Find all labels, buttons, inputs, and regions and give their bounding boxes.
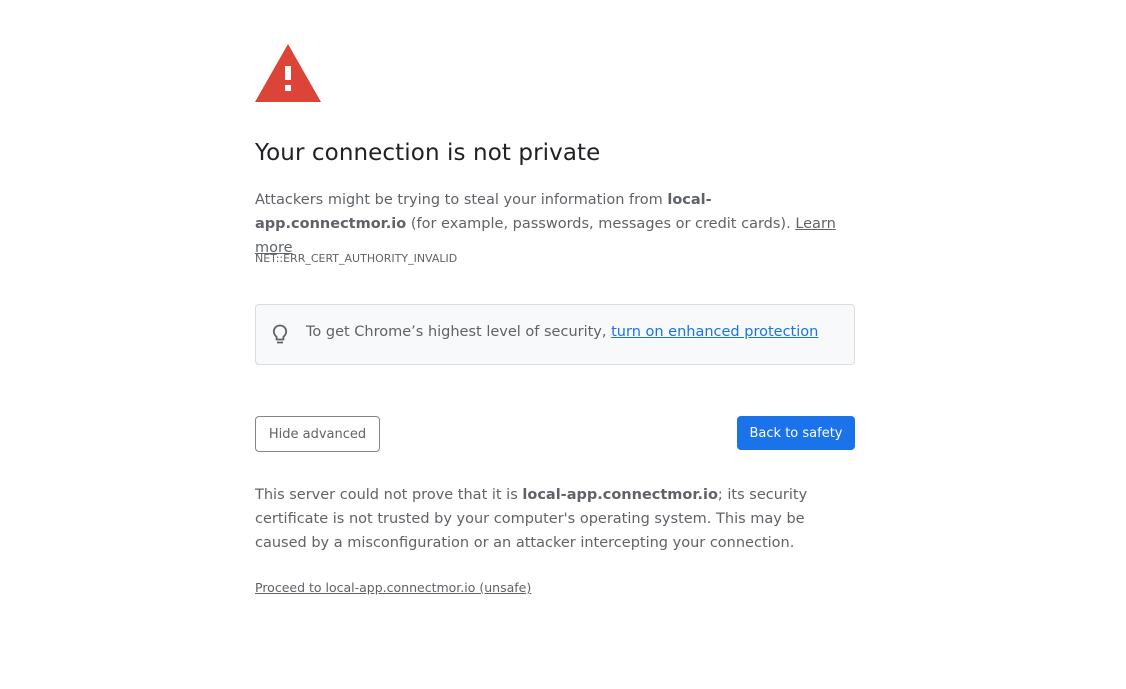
back-to-safety-button[interactable]: Back to safety (737, 416, 855, 450)
enhanced-protection-banner: To get Chrome’s highest level of securit… (255, 304, 855, 365)
error-code: NET::ERR_CERT_AUTHORITY_INVALID (255, 252, 458, 265)
main-message-suffix: (for example, passwords, messages or cre… (406, 216, 796, 232)
enhanced-protection-label: To get Chrome’s highest level of securit… (306, 324, 612, 340)
enhanced-protection-link[interactable]: turn on enhanced protection (611, 324, 818, 340)
details-prefix: This server could not prove that it is (255, 487, 523, 503)
main-message: Attackers might be trying to steal your … (255, 188, 855, 260)
page-title: Your connection is not private (255, 140, 601, 166)
main-message-prefix: Attackers might be trying to steal your … (255, 192, 668, 208)
lightbulb-icon (272, 324, 288, 344)
details-message: This server could not prove that it is l… (255, 483, 855, 555)
proceed-container: Proceed to local-app.connectmor.io (unsa… (255, 580, 531, 595)
details-host: local-app.connectmor.io (522, 487, 718, 503)
warning-triangle-icon (255, 44, 321, 102)
hide-advanced-button[interactable]: Hide advanced (255, 416, 380, 452)
proceed-unsafe-link[interactable]: Proceed to local-app.connectmor.io (unsa… (255, 580, 531, 595)
enhanced-protection-text: To get Chrome’s highest level of securit… (306, 324, 818, 340)
